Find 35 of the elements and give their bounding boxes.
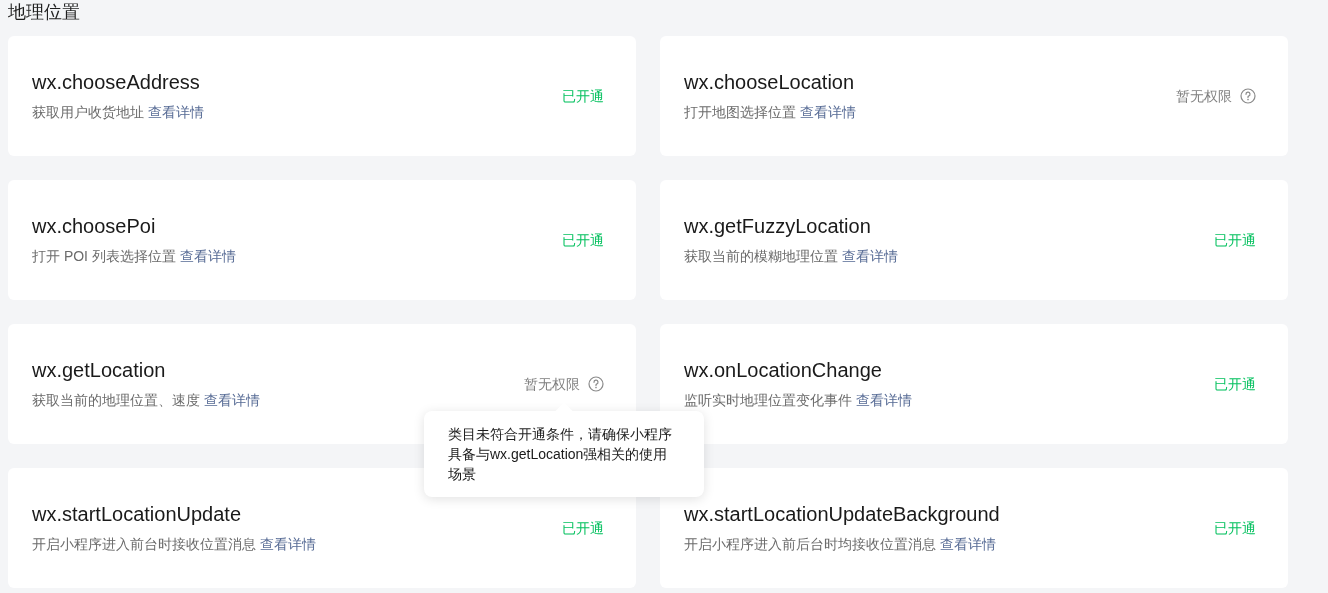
details-link[interactable]: 查看详情 [179,246,236,266]
details-link[interactable]: 查看详情 [800,102,856,122]
api-name: wx.startLocationUpdate [32,502,242,527]
status-label: 已开通 [1214,231,1256,250]
details-link[interactable]: 查看详情 [260,534,316,554]
status-label: 已开通 [562,87,604,106]
help-icon[interactable] [588,376,604,392]
status-label: 暂无权限 [524,375,580,394]
status-label: 已开通 [562,519,604,538]
api-name: wx.startLocationUpdateBackground [684,502,1000,527]
status-label: 已开通 [562,231,604,250]
status-label: 已开通 [1214,375,1256,394]
status-label: 暂无权限 [1176,87,1232,106]
api-description: 开启小程序进入前后台时均接收位置消息 [684,535,936,554]
api-description: 监听实时地理位置变化事件 [684,391,852,410]
api-name: wx.onLocationChange [684,358,883,383]
details-link[interactable]: 查看详情 [856,390,912,410]
api-description: 获取当前的地理位置、速度 [32,391,200,410]
api-name: wx.chooseAddress [32,70,201,95]
status-label: 已开通 [1214,519,1256,538]
api-name: wx.chooseLocation [684,70,856,95]
details-link[interactable]: 查看详情 [940,534,996,554]
help-icon[interactable] [1240,88,1256,104]
details-link[interactable]: 查看详情 [842,246,898,266]
api-name: wx.choosePoi [32,214,157,239]
api-description: 开启小程序进入前台时接收位置消息 [32,535,256,554]
api-description: 获取当前的模糊地理位置 [684,247,838,266]
api-name: wx.getFuzzyLocation [684,214,872,239]
api-description: 获取用户收货地址 [32,103,144,122]
api-description: 打开地图选择位置 [684,103,796,122]
api-description: 打开 POI 列表选择位置 [32,247,176,266]
section-title: 地理位置 [8,0,81,24]
api-name: wx.getLocation [32,358,167,383]
details-link[interactable]: 查看详情 [204,390,260,410]
details-link[interactable]: 查看详情 [148,102,204,122]
